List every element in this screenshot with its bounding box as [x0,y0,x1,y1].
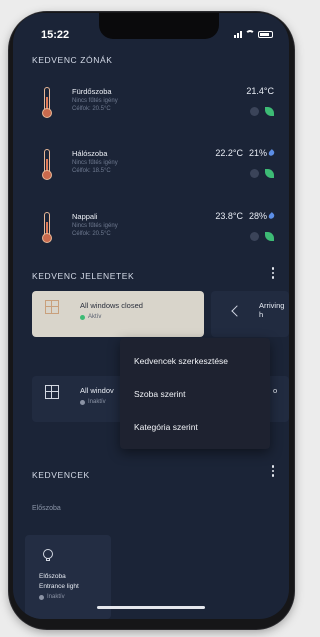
device-status-text: Inaktív [47,594,65,600]
arrow-icon [231,305,243,317]
zone-readings: 22.2°C 21% [215,148,276,158]
zone-readings: 23.8°C 28% [215,211,276,221]
heating-icon [250,169,259,178]
menu-item-edit-favorites[interactable]: Kedvencek szerkesztése [120,344,270,377]
zone-status: Nincs fűtés igény [72,160,118,166]
leaf-icon [265,232,274,241]
window-icon [45,385,59,399]
scene-card-arriving-home[interactable]: Arriving h [211,291,289,337]
scene-status: Inaktív [80,399,106,405]
favorites-more-icon[interactable] [271,465,275,477]
thermometer-icon [42,87,52,118]
scene-label: Arriving h [259,301,285,319]
zone-status: Nincs fűtés igény [72,223,118,229]
menu-item-by-category[interactable]: Kategória szerint [120,410,270,443]
scenes-more-icon[interactable] [271,267,275,279]
status-icons [234,30,273,38]
zone-icons [250,232,274,241]
zone-status: Nincs fűtés igény [72,98,118,104]
zone-humidity-wrap: 28% [248,211,276,221]
zone-name: Hálószoba [72,149,108,158]
section-title-favorite-scenes: KEDVENC JELENETEK [32,271,135,281]
scene-label: All windows closed [80,301,143,310]
favorites-group-label: Előszoba [32,505,61,512]
device-name: Entrance light [39,583,79,590]
heating-icon [250,232,259,241]
zone-temperature: 23.8°C [215,211,243,221]
menu-item-by-room[interactable]: Szoba szerint [120,377,270,410]
scene-card-all-windows-closed[interactable]: All windows closed Aktív [32,291,204,337]
zone-card-bathroom[interactable]: Fürdőszoba Nincs fűtés igény Célfok: 20.… [32,81,282,129]
status-dot-inactive [39,594,44,600]
scene-label: o [273,386,278,395]
notch [99,13,219,39]
status-dot-active [80,314,85,320]
zone-temperature: 22.2°C [215,148,243,158]
zone-target: Célfok: 18.5°C [72,168,111,174]
zone-card-bedroom[interactable]: Hálószoba Nincs fűtés igény Célfok: 18.5… [32,143,282,191]
status-time: 15:22 [41,29,70,41]
scene-label: All windov [80,386,114,395]
zone-card-living-room[interactable]: Nappali Nincs fűtés igény Célfok: 20.5°C… [32,206,282,254]
zone-name: Nappali [72,212,98,221]
zone-name: Fürdőszoba [72,87,112,96]
lightbulb-icon [43,549,53,562]
scene-status: Aktív [80,314,101,320]
humidity-drop-icon [267,149,276,157]
zone-humidity: 21% [248,148,267,158]
zone-humidity-wrap: 21% [248,148,276,158]
device-status: Inaktív [39,594,65,600]
zone-icons [250,107,274,116]
signal-icon [234,31,242,38]
section-title-favorite-zones: KEDVENC ZÓNÁK [32,55,113,65]
zone-target: Célfok: 20.5°C [72,106,111,112]
favorites-context-menu: Kedvencek szerkesztése Szoba szerint Kat… [120,338,270,449]
thermometer-icon [42,212,52,243]
scene-status-text: Inaktív [88,399,106,405]
thermometer-icon [42,149,52,180]
scene-status-text: Aktív [88,314,102,320]
app-screen: 15:22 KEDVENC ZÓNÁK Fürdőszoba Nincs fűt… [13,13,289,619]
status-dot-inactive [80,399,85,405]
zone-humidity: 28% [248,211,267,221]
device-room: Előszoba [39,573,66,580]
zone-temperature: 21.4°C [246,86,274,96]
zone-target: Célfok: 20.5°C [72,231,111,237]
wifi-icon [245,30,255,38]
humidity-drop-icon [267,212,276,220]
window-icon [45,300,59,314]
leaf-icon [265,169,274,178]
battery-icon [258,31,273,38]
home-indicator[interactable] [97,606,205,609]
zone-icons [250,169,274,178]
section-title-favorites: KEDVENCEK [32,470,90,480]
leaf-icon [265,107,274,116]
heating-icon [250,107,259,116]
zone-readings: 21.4°C [246,86,274,96]
